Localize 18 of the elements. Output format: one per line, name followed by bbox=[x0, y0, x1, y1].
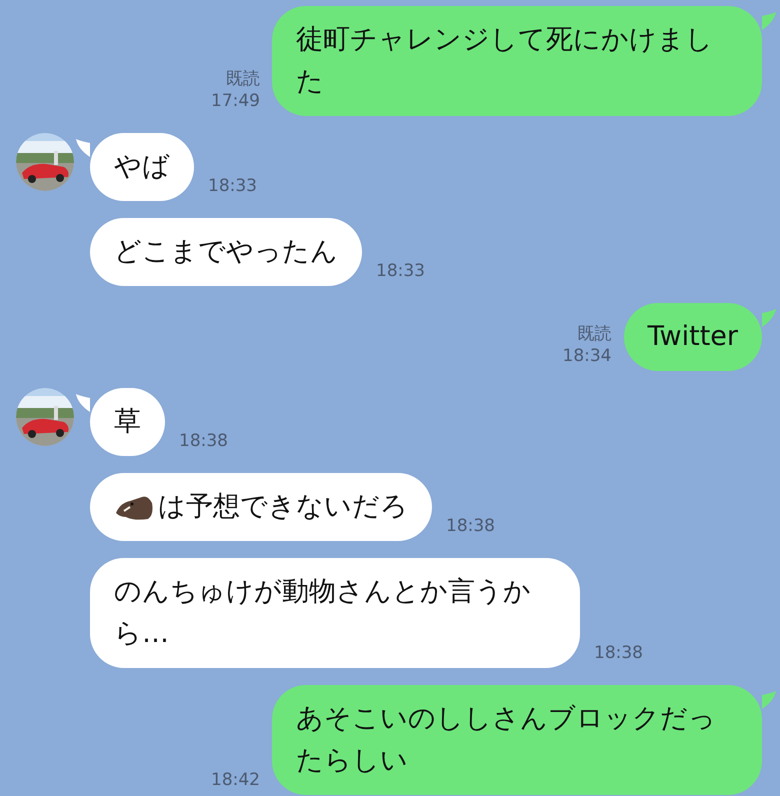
message-text: あそこいのししさんブロックだったらしい bbox=[296, 702, 717, 778]
message-time: 18:42 bbox=[211, 769, 260, 791]
message-text: 徒町チャレンジして死にかけました bbox=[296, 23, 714, 99]
message-time: 18:38 bbox=[179, 430, 228, 452]
message-time: 18:34 bbox=[562, 345, 612, 367]
message-text: は予想できないだろ bbox=[158, 490, 408, 524]
message-text: のんちゅけが動物さんとか言うから… bbox=[114, 575, 532, 651]
message-time: 17:49 bbox=[211, 90, 260, 112]
message-text: 草 bbox=[114, 405, 141, 439]
message-time: 18:33 bbox=[208, 175, 257, 197]
message-text: やば bbox=[114, 150, 170, 184]
message-time: 18:38 bbox=[594, 642, 643, 664]
read-label: 既読 bbox=[578, 323, 612, 345]
read-label: 既読 bbox=[226, 68, 260, 90]
message-text: Twitter bbox=[648, 320, 738, 354]
message-time: 18:33 bbox=[376, 260, 425, 282]
message-text: どこまでやったん bbox=[114, 235, 338, 269]
message-time: 18:38 bbox=[446, 515, 495, 537]
